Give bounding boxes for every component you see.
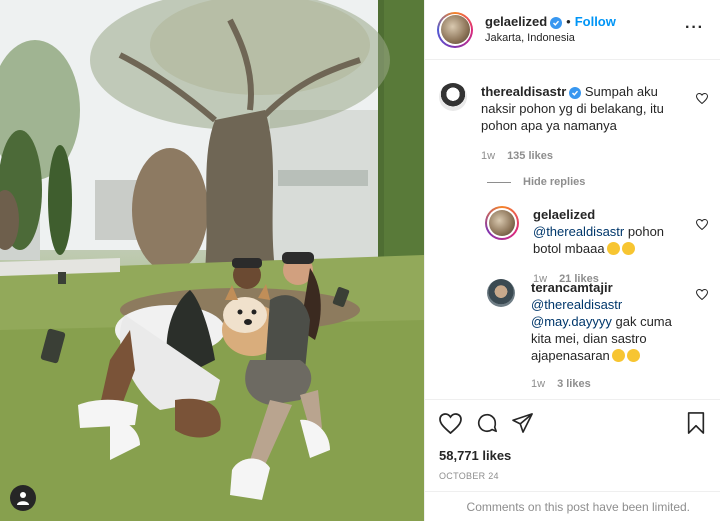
commenter-username[interactable]: therealdisastr bbox=[481, 84, 566, 99]
post-header: gelaelized • Follow Jakarta, Indonesia ··· bbox=[425, 0, 720, 60]
tagged-users-icon[interactable] bbox=[10, 485, 36, 511]
author-info: gelaelized • Follow Jakarta, Indonesia bbox=[485, 13, 616, 47]
photo-illustration bbox=[0, 0, 424, 521]
commenter-avatar[interactable] bbox=[439, 83, 467, 111]
smile-emoji-icon bbox=[611, 349, 625, 362]
comment-age[interactable]: 1w bbox=[481, 150, 495, 162]
like-heart-icon[interactable] bbox=[439, 412, 462, 434]
post-date[interactable]: OCTOBER 24 bbox=[439, 471, 706, 481]
post-like-count[interactable]: 58,771 likes bbox=[439, 448, 706, 463]
hide-replies-button[interactable]: Hide replies bbox=[487, 176, 585, 188]
reply-likes[interactable]: 3 likes bbox=[557, 378, 591, 390]
reply-avatar[interactable] bbox=[487, 279, 515, 307]
reply-username[interactable]: terancamtajir bbox=[531, 279, 677, 296]
grin-emoji-icon bbox=[606, 242, 620, 255]
like-reply-heart-icon[interactable] bbox=[695, 287, 709, 303]
comments-list: therealdisastr Sumpah aku naksir pohon y… bbox=[425, 61, 720, 399]
reply-mention[interactable]: @therealdisastr bbox=[533, 224, 624, 239]
reply-mention[interactable]: @may.dayyyy bbox=[531, 314, 612, 329]
post-location[interactable]: Jakarta, Indonesia bbox=[485, 30, 616, 47]
grin-emoji-icon bbox=[621, 242, 635, 255]
follow-button[interactable]: Follow bbox=[575, 14, 616, 29]
hide-replies-line bbox=[487, 181, 511, 183]
reply-username[interactable]: gelaelized bbox=[533, 207, 595, 222]
reply-age[interactable]: 1w bbox=[531, 378, 545, 390]
reply-meta: 1w 3 likes bbox=[531, 376, 677, 393]
more-options-icon[interactable]: ··· bbox=[685, 20, 704, 36]
reply-avatar[interactable] bbox=[485, 206, 519, 240]
separator-dot: • bbox=[566, 13, 571, 29]
comment-item: therealdisastr Sumpah aku naksir pohon y… bbox=[439, 83, 689, 165]
hide-replies-label: Hide replies bbox=[523, 176, 586, 188]
comment-body: therealdisastr Sumpah aku naksir pohon y… bbox=[481, 83, 689, 165]
reply-item: terancamtajir @therealdisastr @may.dayyy… bbox=[487, 279, 677, 393]
comment-likes[interactable]: 135 likes bbox=[507, 150, 553, 162]
action-icons bbox=[439, 406, 706, 440]
smile-emoji-icon bbox=[626, 349, 640, 362]
save-bookmark-icon[interactable] bbox=[686, 412, 706, 434]
like-comment-heart-icon[interactable] bbox=[695, 91, 709, 107]
comment-bubble-icon[interactable] bbox=[476, 412, 498, 434]
author-avatar-image bbox=[440, 15, 470, 44]
post-photo[interactable] bbox=[0, 0, 424, 521]
post-sidebar: gelaelized • Follow Jakarta, Indonesia ···… bbox=[424, 0, 720, 521]
reply-item: gelaelized @therealdisastr pohon botol m… bbox=[485, 206, 685, 288]
author-username[interactable]: gelaelized bbox=[485, 14, 547, 29]
comment-meta: 1w 135 likes bbox=[481, 148, 689, 165]
like-reply-heart-icon[interactable] bbox=[695, 217, 709, 233]
verified-badge-icon bbox=[569, 87, 582, 99]
reply-mention[interactable]: @therealdisastr bbox=[531, 296, 677, 313]
reply-body: terancamtajir @therealdisastr @may.dayyy… bbox=[531, 279, 677, 393]
reply-body: gelaelized @therealdisastr pohon botol m… bbox=[533, 206, 685, 288]
comments-limited-notice: Comments on this post have been limited. bbox=[425, 491, 720, 521]
verified-badge-icon bbox=[550, 16, 563, 29]
share-paper-plane-icon[interactable] bbox=[512, 413, 534, 433]
author-avatar[interactable] bbox=[437, 11, 473, 48]
